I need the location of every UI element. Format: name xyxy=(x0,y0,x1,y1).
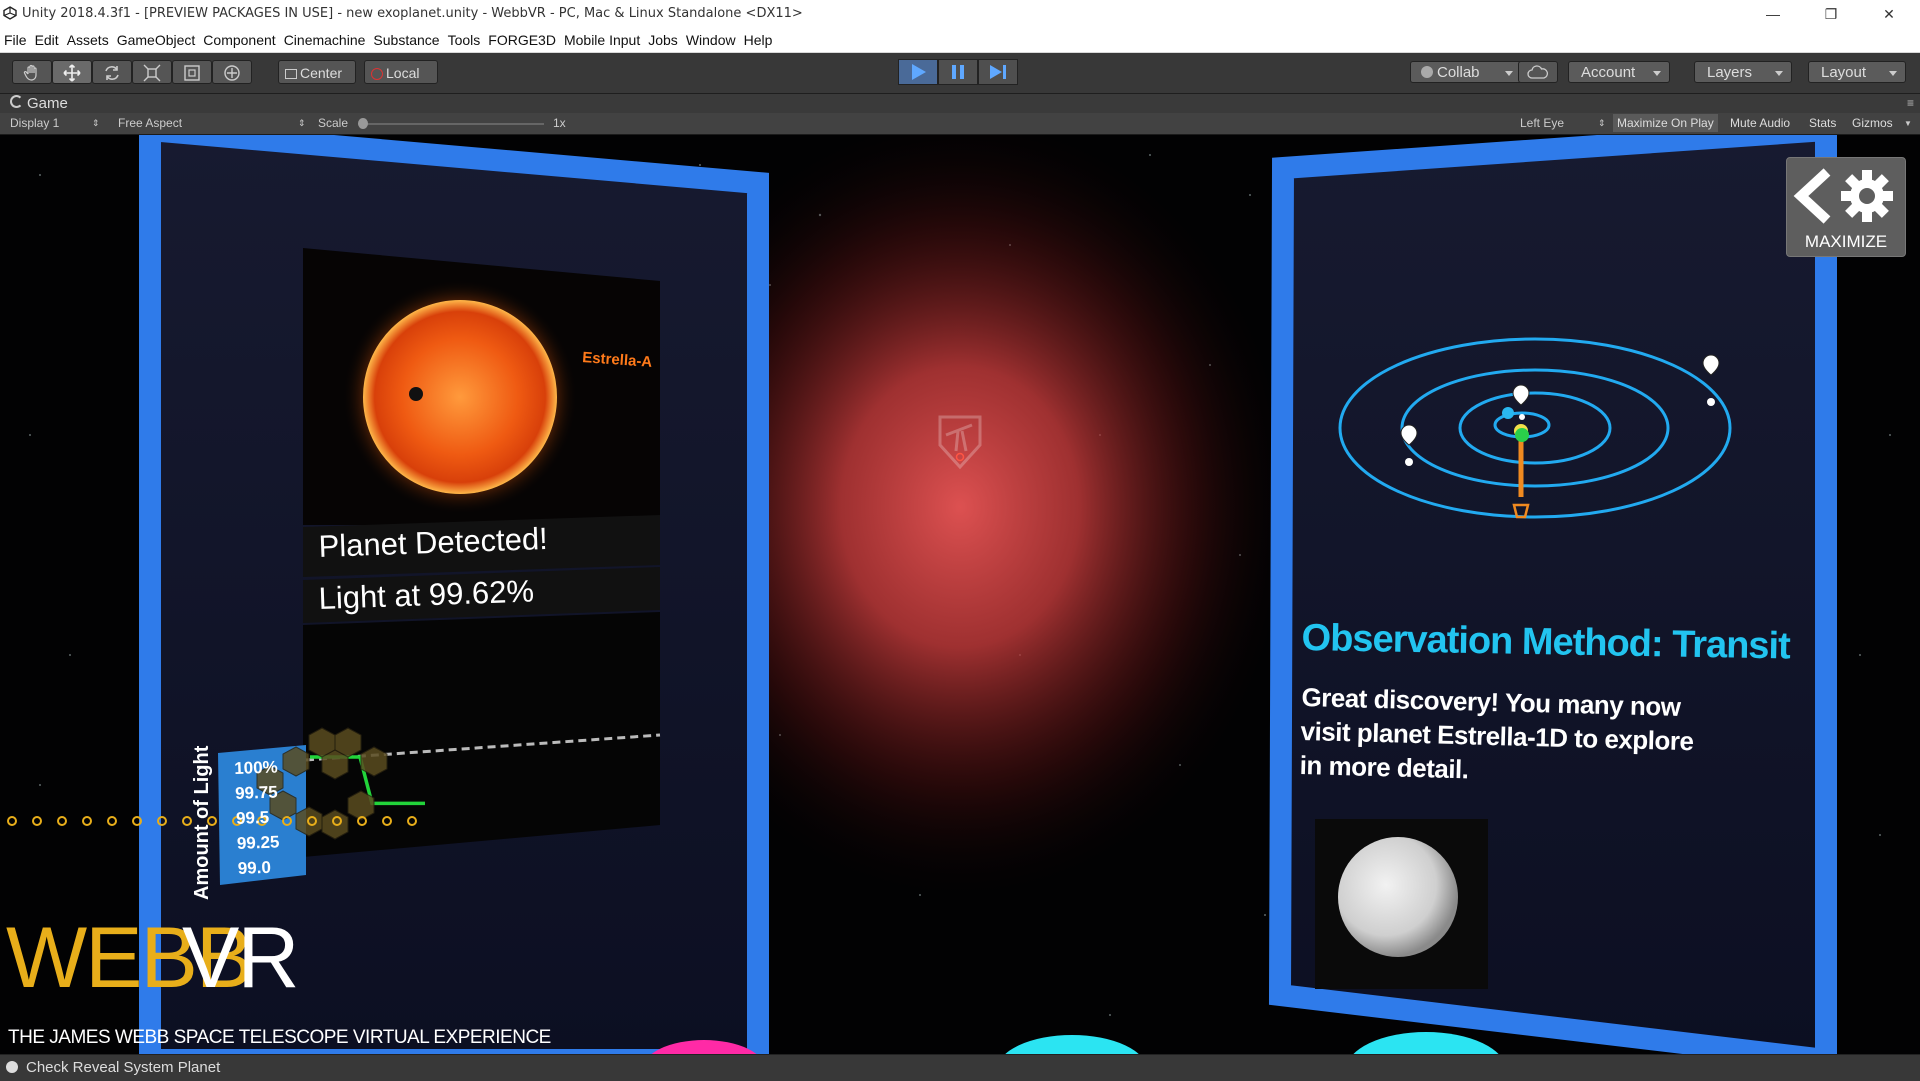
main-toolbar: Center Local Collab Account Layers Layou… xyxy=(0,53,1920,93)
logo-subtitle: THE JAMES WEBB SPACE TELESCOPE VIRTUAL E… xyxy=(8,1027,551,1049)
status-message[interactable]: Check Reveal System Planet xyxy=(26,1059,220,1076)
menu-edit[interactable]: Edit xyxy=(35,29,59,52)
info-icon xyxy=(6,1061,18,1073)
step-button[interactable] xyxy=(978,59,1018,85)
scale-tool-button[interactable] xyxy=(132,60,172,84)
pivot-label: Center xyxy=(300,65,342,81)
rotate-tool-button[interactable] xyxy=(92,60,132,84)
cloud-button[interactable] xyxy=(1518,61,1558,83)
tick-label: 99.75 xyxy=(235,779,292,806)
stats-toggle[interactable]: Stats xyxy=(1805,114,1840,132)
scale-icon xyxy=(142,63,162,83)
display-select[interactable]: Display 1 xyxy=(10,116,59,130)
tick-label: 99.5 xyxy=(236,804,293,831)
menu-assets[interactable]: Assets xyxy=(67,29,109,52)
unity-logo-icon xyxy=(3,6,17,20)
maximize-label: MAXIMIZE xyxy=(1787,232,1905,252)
menu-mobile-input[interactable]: Mobile Input xyxy=(564,29,640,52)
layers-dropdown[interactable]: Layers xyxy=(1694,61,1792,83)
maximize-widget[interactable]: MAXIMIZE xyxy=(1786,157,1906,257)
scale-label: Scale xyxy=(318,116,348,130)
tick-label: 99.25 xyxy=(236,829,293,856)
account-dropdown[interactable]: Account xyxy=(1568,61,1670,83)
menu-jobs[interactable]: Jobs xyxy=(648,29,678,52)
tick-label: 99.0 xyxy=(237,854,294,881)
game-view-controls: Display 1 ⇕ Free Aspect ⇕ Scale 1x Left … xyxy=(0,113,1920,135)
account-label: Account xyxy=(1581,64,1635,81)
game-tab-label: Game xyxy=(27,95,68,112)
menu-cinemachine[interactable]: Cinemachine xyxy=(284,29,366,52)
menu-tools[interactable]: Tools xyxy=(448,29,481,52)
play-button[interactable] xyxy=(898,59,938,85)
eye-select[interactable]: Left Eye xyxy=(1520,116,1564,130)
play-icon xyxy=(899,60,937,84)
rotate-icon xyxy=(102,63,122,83)
light-axis-ticks: 100% 99.75 99.5 99.25 99.0 xyxy=(234,754,294,881)
tab-menu-icon[interactable]: ≡ xyxy=(1907,96,1914,110)
close-button[interactable]: ✕ xyxy=(1866,0,1912,29)
scale-value: 1x xyxy=(553,116,566,130)
tick-label: 100% xyxy=(234,754,291,781)
menu-gameobject[interactable]: GameObject xyxy=(117,29,196,52)
observation-method-title: Observation Method: Transit xyxy=(1301,617,1752,668)
amount-of-light-label: Amount of Light xyxy=(191,746,214,900)
logo-vr-text: VR xyxy=(182,915,297,1001)
tab-game[interactable]: Game xyxy=(10,95,68,112)
transform-icon xyxy=(222,63,242,83)
collab-check-icon xyxy=(1421,66,1433,78)
collab-dropdown[interactable]: Collab xyxy=(1410,61,1522,83)
gizmos-arrow: ▼ xyxy=(1904,119,1912,128)
game-viewport[interactable]: Estrella-A xyxy=(0,135,1920,1054)
pause-button[interactable] xyxy=(938,59,978,85)
move-arrows-icon xyxy=(62,63,82,83)
pivot-icon xyxy=(285,69,297,79)
menu-help[interactable]: Help xyxy=(744,29,773,52)
game-tab-header: Game ≡ xyxy=(0,93,1920,114)
menu-substance[interactable]: Substance xyxy=(373,29,439,52)
game-tab-icon xyxy=(10,95,23,108)
menu-component[interactable]: Component xyxy=(203,29,275,52)
window-titlebar: Unity 2018.4.3f1 - [PREVIEW PACKAGES IN … xyxy=(0,0,1920,29)
pivot-local-toggle[interactable]: Local xyxy=(364,60,438,84)
menu-forge3d[interactable]: FORGE3D xyxy=(488,29,556,52)
display-select-arrows: ⇕ xyxy=(92,118,100,129)
collab-label: Collab xyxy=(1437,64,1480,81)
layout-label: Layout xyxy=(1821,64,1866,81)
menu-bar: File Edit Assets GameObject Component Cinemac… xyxy=(0,29,1920,53)
aspect-select[interactable]: Free Aspect xyxy=(118,116,182,130)
hand-tool-button[interactable] xyxy=(12,60,52,84)
layout-dropdown[interactable]: Layout xyxy=(1808,61,1906,83)
window-title: Unity 2018.4.3f1 - [PREVIEW PACKAGES IN … xyxy=(22,6,803,21)
step-icon xyxy=(979,60,1017,84)
pause-icon xyxy=(939,60,977,84)
layers-label: Layers xyxy=(1707,64,1752,81)
pivot-center-toggle[interactable]: Center xyxy=(278,60,356,84)
gizmos-dropdown[interactable]: Gizmos xyxy=(1848,114,1897,132)
mute-audio-toggle[interactable]: Mute Audio xyxy=(1726,114,1794,132)
light-percentage-text: Light at 99.62% xyxy=(318,573,535,616)
cloud-icon xyxy=(1527,65,1549,81)
status-bar: Check Reveal System Planet xyxy=(0,1054,1920,1081)
scale-slider[interactable] xyxy=(358,123,544,125)
local-icon xyxy=(371,68,383,80)
move-tool-button[interactable] xyxy=(52,60,92,84)
minimize-button[interactable]: — xyxy=(1750,0,1796,29)
menu-window[interactable]: Window xyxy=(686,29,736,52)
settings-gear-icon xyxy=(1787,158,1905,230)
transform-tool-button[interactable] xyxy=(212,60,252,84)
eye-select-arrows: ⇕ xyxy=(1598,118,1606,129)
hand-icon xyxy=(22,63,42,83)
restore-button[interactable]: ❐ xyxy=(1808,0,1854,29)
rect-tool-icon xyxy=(182,63,202,83)
maximize-on-play-toggle[interactable]: Maximize On Play xyxy=(1613,114,1718,132)
menu-file[interactable]: File xyxy=(4,29,27,52)
observation-method-body: Great discovery! You many now visit plan… xyxy=(1299,680,1708,793)
scale-slider-handle[interactable] xyxy=(358,118,368,129)
aspect-select-arrows: ⇕ xyxy=(298,118,306,129)
local-label: Local xyxy=(386,65,419,81)
rect-tool-button[interactable] xyxy=(172,60,212,84)
